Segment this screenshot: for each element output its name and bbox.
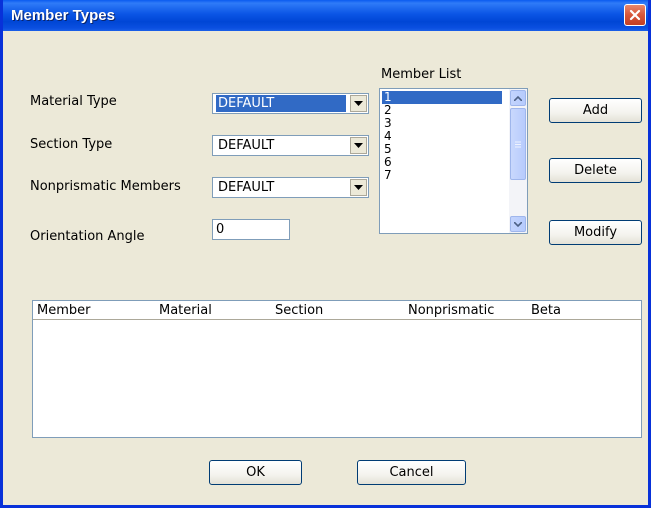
ok-button[interactable]: OK bbox=[209, 460, 302, 485]
section-type-select[interactable]: DEFAULT bbox=[212, 135, 369, 156]
scroll-down-button[interactable] bbox=[510, 216, 526, 232]
member-list[interactable]: 1 2 3 4 5 6 7 bbox=[379, 88, 528, 234]
column-header-section[interactable]: Section bbox=[275, 303, 323, 318]
material-type-label: Material Type bbox=[30, 94, 117, 109]
close-icon bbox=[629, 9, 641, 21]
section-type-label: Section Type bbox=[30, 137, 113, 152]
column-header-member[interactable]: Member bbox=[37, 303, 90, 318]
orientation-angle-label: Orientation Angle bbox=[30, 229, 145, 244]
material-type-value: DEFAULT bbox=[216, 95, 346, 112]
window-title: Member Types bbox=[11, 7, 115, 24]
chevron-down-icon bbox=[354, 185, 363, 190]
nonprismatic-members-value: DEFAULT bbox=[218, 180, 275, 195]
nonprismatic-members-label: Nonprismatic Members bbox=[30, 179, 181, 194]
title-bar[interactable]: Member Types bbox=[3, 0, 648, 31]
nonprismatic-members-select[interactable]: DEFAULT bbox=[212, 177, 369, 198]
column-header-beta[interactable]: Beta bbox=[531, 303, 561, 318]
chevron-up-icon bbox=[514, 95, 522, 101]
column-header-material[interactable]: Material bbox=[159, 303, 212, 318]
member-list-scrollbar[interactable] bbox=[509, 89, 527, 233]
list-item[interactable]: 7 bbox=[382, 169, 392, 182]
material-type-select[interactable]: DEFAULT bbox=[212, 93, 369, 114]
chevron-down-icon bbox=[354, 143, 363, 148]
delete-button[interactable]: Delete bbox=[549, 158, 642, 183]
scroll-up-button[interactable] bbox=[510, 90, 526, 106]
chevron-down-icon bbox=[514, 221, 522, 227]
members-table[interactable]: Member Material Section Nonprismatic Bet… bbox=[32, 300, 642, 438]
modify-button[interactable]: Modify bbox=[549, 220, 642, 245]
member-list-label: Member List bbox=[381, 67, 462, 82]
add-button[interactable]: Add bbox=[549, 98, 642, 123]
section-type-dropdown-button[interactable] bbox=[350, 137, 367, 154]
orientation-angle-input[interactable]: 0 bbox=[212, 219, 290, 240]
material-type-dropdown-button[interactable] bbox=[350, 95, 367, 112]
chevron-down-icon bbox=[354, 101, 363, 106]
grip-icon bbox=[515, 141, 521, 147]
section-type-value: DEFAULT bbox=[218, 138, 275, 153]
cancel-button[interactable]: Cancel bbox=[357, 460, 466, 485]
scroll-thumb[interactable] bbox=[510, 108, 526, 180]
table-header: Member Material Section Nonprismatic Bet… bbox=[33, 301, 641, 320]
member-types-dialog: Member Types Material Type Section Type … bbox=[0, 0, 651, 508]
column-header-nonprismatic[interactable]: Nonprismatic bbox=[408, 303, 494, 318]
close-button[interactable] bbox=[624, 4, 646, 26]
nonprismatic-members-dropdown-button[interactable] bbox=[350, 179, 367, 196]
list-item[interactable]: 1 bbox=[382, 91, 502, 104]
